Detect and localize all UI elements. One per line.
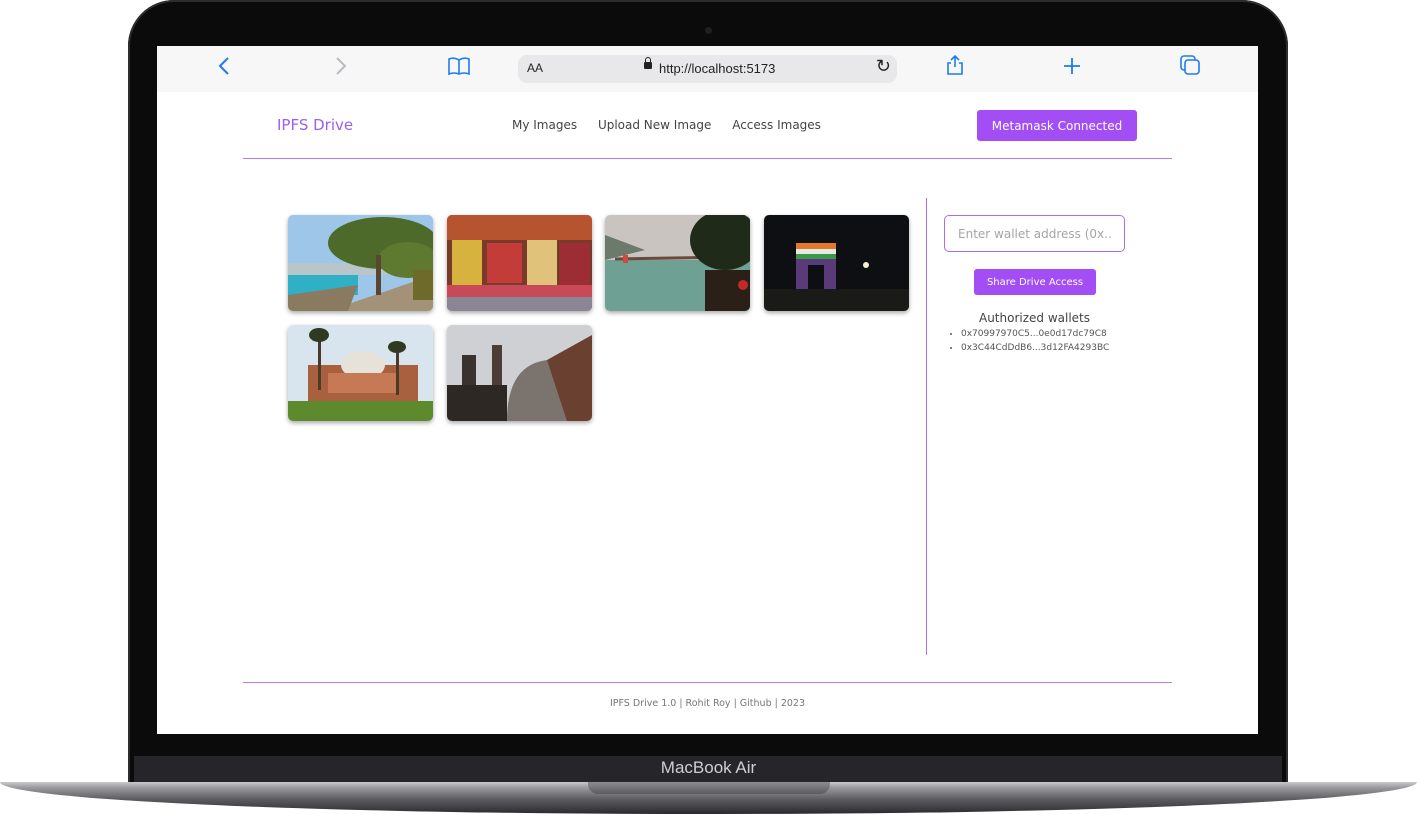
authorized-wallets-list: 0x70997970C5...0e0d17dc79C8 0x3C44CdDdB6… xyxy=(947,327,1109,355)
plus-icon[interactable] xyxy=(1057,54,1087,84)
chevron-left-icon[interactable] xyxy=(209,54,239,84)
india-gate-night-photo[interactable] xyxy=(764,215,909,311)
market-stall-photo[interactable] xyxy=(447,215,592,311)
reload-icon[interactable]: ↻ xyxy=(876,56,891,77)
address-bar[interactable]: AA http://localhost:5173 ↻ xyxy=(518,55,897,83)
nav-upload-new-image[interactable]: Upload New Image xyxy=(598,118,711,132)
nav-my-images[interactable]: My Images xyxy=(512,118,577,132)
mosque-dome-photo[interactable] xyxy=(447,325,592,421)
chevron-right-icon[interactable] xyxy=(326,54,356,84)
footer-divider xyxy=(243,682,1172,683)
nav-access-images[interactable]: Access Images xyxy=(732,118,821,132)
footer-text: IPFS Drive 1.0 | Rohit Roy | Github | 20… xyxy=(609,698,806,709)
app-logo[interactable]: IPFS Drive xyxy=(277,116,353,134)
camera-icon xyxy=(705,27,712,34)
header-divider xyxy=(243,158,1172,159)
laptop-screen: AA http://localhost:5173 ↻ IPFS Drive My… xyxy=(157,46,1258,734)
main-nav: My Images Upload New Image Access Images xyxy=(512,118,838,132)
lakeside-tree-photo[interactable] xyxy=(288,215,433,311)
wallet-address-input[interactable] xyxy=(944,215,1125,252)
url-text[interactable]: http://localhost:5173 xyxy=(659,61,775,76)
panel-divider xyxy=(926,198,927,655)
list-item: 0x3C44CdDdB6...3d12FA4293BC xyxy=(961,341,1109,355)
share-icon[interactable] xyxy=(940,54,970,84)
metamask-connected-button[interactable]: Metamask Connected xyxy=(977,110,1137,141)
authorized-wallets-title: Authorized wallets xyxy=(978,311,1091,325)
lock-icon xyxy=(644,57,652,69)
laptop-notch xyxy=(588,782,830,794)
app-page: IPFS Drive My Images Upload New Image Ac… xyxy=(157,92,1258,734)
device-brand-label: MacBook Air xyxy=(660,758,757,777)
share-drive-access-button[interactable]: Share Drive Access xyxy=(974,269,1096,295)
humayun-tomb-photo[interactable] xyxy=(288,325,433,421)
text-size-button[interactable]: AA xyxy=(527,61,543,75)
browser-toolbar: AA http://localhost:5173 ↻ xyxy=(157,46,1258,93)
list-item: 0x70997970C5...0e0d17dc79C8 xyxy=(961,327,1109,341)
river-bridge-photo[interactable] xyxy=(605,215,750,311)
tabs-icon[interactable] xyxy=(1175,54,1205,84)
book-icon[interactable] xyxy=(444,54,474,84)
